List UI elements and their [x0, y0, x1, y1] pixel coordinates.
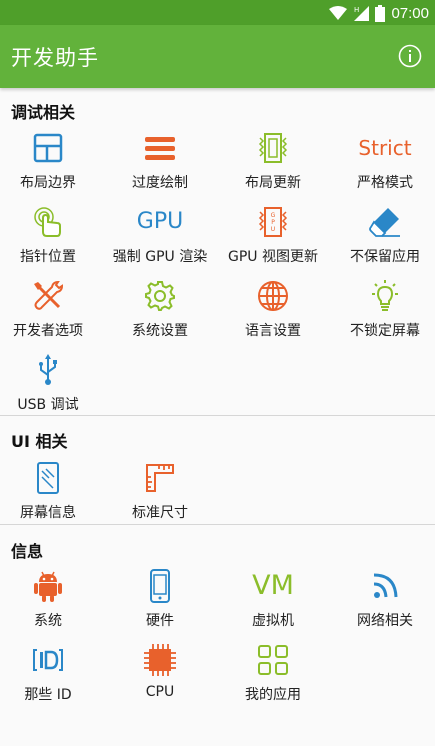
battery-icon	[375, 4, 386, 22]
item-label: 网络相关	[357, 613, 413, 629]
item-label: 语言设置	[245, 323, 301, 339]
item-label: 布局边界	[20, 175, 76, 191]
item-label: 不保留应用	[350, 249, 420, 265]
overdraw-icon	[143, 131, 177, 165]
item-label: GPU 视图更新	[228, 249, 318, 265]
item-cpu[interactable]: CPU	[106, 640, 214, 712]
apps-grid-icon	[256, 643, 290, 677]
item-ruler[interactable]: 标准尺寸	[106, 458, 214, 530]
item-label: 指针位置	[20, 249, 76, 265]
vm-text-icon: VM	[252, 570, 294, 601]
item-label: 强制 GPU 渲染	[112, 249, 208, 265]
item-label: 标准尺寸	[132, 505, 188, 521]
clock: 07:00	[391, 4, 429, 22]
item-label: 系统设置	[132, 323, 188, 339]
signal-icon: H	[354, 6, 370, 21]
layout-bounds-icon	[31, 131, 65, 165]
item-layout-bounds[interactable]: 布局边界	[0, 128, 102, 200]
globe-icon	[256, 279, 290, 313]
item-language-settings[interactable]: 语言设置	[219, 276, 327, 348]
item-label: 严格模式	[357, 175, 413, 191]
item-label: 开发者选项	[13, 323, 83, 339]
phone-screen-icon	[31, 461, 65, 495]
cpu-icon	[143, 643, 177, 677]
item-label: 我的应用	[245, 687, 301, 703]
item-label: USB 调试	[17, 397, 79, 413]
item-label: 虚拟机	[252, 613, 294, 629]
item-label: 不锁定屏幕	[350, 323, 420, 339]
gear-icon	[143, 279, 177, 313]
item-usb-debugging[interactable]: USB 调试	[0, 350, 102, 422]
layout-updates-icon	[256, 131, 290, 165]
phone-icon	[143, 569, 177, 603]
section-title-ui: UI 相关	[11, 432, 68, 451]
pointer-icon	[31, 205, 65, 239]
item-label: 过度绘制	[132, 175, 188, 191]
rss-icon	[368, 569, 402, 603]
svg-text:U: U	[271, 226, 275, 233]
svg-text:G: G	[271, 212, 276, 219]
wifi-icon	[329, 6, 348, 20]
item-system[interactable]: 系统	[0, 566, 102, 638]
lightbulb-icon	[368, 279, 402, 313]
section-title-debug: 调试相关	[11, 103, 76, 122]
status-bar: H 07:00	[0, 0, 435, 25]
item-hardware[interactable]: 硬件	[106, 566, 214, 638]
item-stay-awake[interactable]: 不锁定屏幕	[331, 276, 435, 348]
tools-icon	[31, 279, 65, 313]
item-vm[interactable]: VM 虚拟机	[219, 566, 327, 638]
item-developer-options[interactable]: 开发者选项	[0, 276, 102, 348]
gpu-chip-icon: GPU	[256, 205, 290, 239]
svg-text:H: H	[354, 6, 359, 14]
item-overdraw[interactable]: 过度绘制	[106, 128, 214, 200]
gpu-text-icon: GPU	[136, 209, 184, 234]
item-screen-info[interactable]: 屏幕信息	[0, 458, 102, 530]
divider	[0, 524, 435, 525]
divider	[0, 415, 435, 416]
item-gpu-view-updates[interactable]: GPU GPU 视图更新	[219, 202, 327, 274]
item-strict-mode[interactable]: Strict 严格模式	[331, 128, 435, 200]
item-dont-keep-activities[interactable]: 不保留应用	[331, 202, 435, 274]
android-icon	[31, 569, 65, 603]
ruler-icon	[143, 461, 177, 495]
info-icon[interactable]	[398, 44, 422, 68]
item-label: 屏幕信息	[20, 505, 76, 521]
app-bar: 开发助手	[0, 25, 435, 88]
item-label: 系统	[34, 613, 62, 629]
item-layout-updates[interactable]: 布局更新	[219, 128, 327, 200]
eraser-icon	[368, 205, 402, 239]
item-my-apps[interactable]: 我的应用	[219, 640, 327, 712]
section-title-info: 信息	[11, 542, 44, 561]
item-label: CPU	[145, 684, 175, 700]
item-label: 硬件	[146, 613, 174, 629]
item-network[interactable]: 网络相关	[331, 566, 435, 638]
item-pointer-location[interactable]: 指针位置	[0, 202, 102, 274]
usb-icon	[31, 353, 65, 387]
item-ids[interactable]: 那些 ID	[0, 640, 102, 712]
item-label: 布局更新	[245, 175, 301, 191]
app-title: 开发助手	[11, 46, 99, 70]
item-force-gpu[interactable]: GPU 强制 GPU 渲染	[106, 202, 214, 274]
svg-text:P: P	[271, 219, 275, 226]
id-icon	[31, 643, 65, 677]
strict-icon: Strict	[358, 136, 412, 160]
item-label: 那些 ID	[24, 687, 72, 703]
item-system-settings[interactable]: 系统设置	[106, 276, 214, 348]
